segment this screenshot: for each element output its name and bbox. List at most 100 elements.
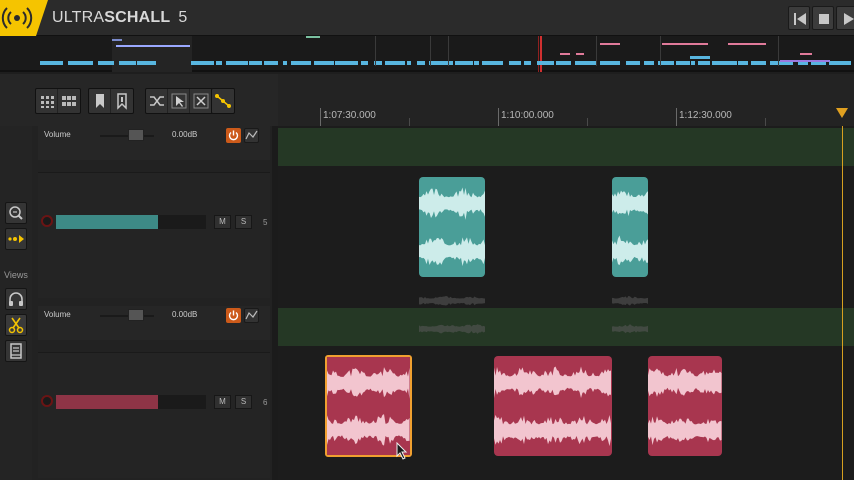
envelope-bypass-button[interactable]	[226, 128, 241, 143]
overview-clip	[249, 61, 262, 65]
media-item[interactable]	[612, 177, 648, 277]
ruler-label: 1:07:30.000	[323, 110, 376, 121]
overview-clip	[385, 61, 405, 65]
headphones-button[interactable]	[5, 288, 27, 310]
power-icon	[228, 310, 239, 321]
power-icon	[228, 130, 239, 141]
volume-envelope-lane[interactable]	[278, 128, 854, 166]
envelope-label: Volume	[44, 310, 71, 319]
scissors-button[interactable]	[5, 314, 27, 336]
grid-dense-icon	[62, 96, 76, 106]
edit-toolbar	[0, 74, 278, 126]
volume-slider-track[interactable]	[100, 315, 154, 317]
volume-slider-track[interactable]	[100, 135, 154, 137]
cursor-select-button[interactable]	[168, 89, 190, 113]
overview-clip	[417, 61, 425, 65]
overview-clip	[560, 53, 570, 55]
media-item[interactable]	[419, 177, 485, 277]
solo-button[interactable]: S	[235, 395, 252, 409]
overview-clip	[676, 61, 690, 65]
ruler-tick	[320, 108, 321, 126]
arrange-view[interactable]	[278, 126, 854, 480]
playhead-line	[842, 126, 843, 480]
overview-minimap	[40, 36, 851, 72]
overview-clip	[264, 61, 278, 65]
clip-background	[327, 357, 410, 455]
grid-view-icon	[41, 96, 54, 108]
record-arm-button[interactable]	[41, 215, 53, 227]
ultraschall-logo	[0, 0, 48, 36]
skip-to-start-button[interactable]	[788, 6, 810, 30]
overview-clip	[68, 61, 93, 65]
stop-button[interactable]	[812, 6, 834, 30]
grid-dense-button[interactable]	[58, 89, 80, 113]
grid-view-button[interactable]	[36, 89, 58, 113]
ruler-label: 1:10:00.000	[501, 110, 554, 121]
view-group	[35, 88, 81, 114]
envelope-curve-icon	[245, 310, 258, 320]
solo-button[interactable]: S	[235, 215, 252, 229]
bookmark-add-icon	[117, 93, 127, 110]
snap-button[interactable]	[212, 89, 234, 113]
track-header[interactable]: M S 6	[38, 352, 270, 478]
ruler-minor-tick	[587, 118, 588, 126]
track-header[interactable]: M S 5	[38, 172, 270, 298]
meter-fill	[56, 215, 158, 229]
overview-clip	[728, 43, 766, 45]
waveform-ghost	[419, 296, 485, 334]
bookmark-add-button[interactable]	[111, 89, 133, 113]
overview-divider	[778, 36, 779, 66]
overview-clip	[116, 45, 190, 47]
snap-group	[211, 88, 235, 114]
mute-button[interactable]: M	[214, 215, 231, 229]
overview-clip	[829, 61, 851, 65]
overview-clip	[119, 61, 136, 65]
clip-background	[494, 356, 612, 456]
crossfade-button[interactable]	[190, 89, 212, 113]
overview-clip	[283, 61, 287, 65]
timeline-ruler[interactable]: 1:07:30.000 1:10:00.000 1:12:30.000	[278, 74, 854, 126]
app-version: 5	[178, 9, 188, 26]
envelope-lane-header: Volume 0.00dB	[38, 306, 270, 340]
crossfade-icon	[193, 93, 209, 109]
app-title: ULTRASCHALL 5	[52, 9, 187, 27]
play-button[interactable]	[836, 6, 854, 30]
snap-icon	[215, 94, 231, 108]
envelope-shape-button[interactable]	[244, 308, 259, 323]
waveform	[419, 177, 485, 277]
record-arm-button[interactable]	[41, 395, 53, 407]
overview-clip	[800, 53, 812, 55]
scissors-icon	[8, 317, 24, 334]
overview-clip	[691, 61, 695, 65]
ripple-button[interactable]	[146, 89, 168, 113]
volume-slider-knob[interactable]	[128, 129, 144, 141]
level-meter	[56, 395, 206, 409]
zoom-icon	[9, 206, 23, 220]
bookmark-button[interactable]	[89, 89, 111, 113]
playhead-marker-icon[interactable]	[836, 108, 848, 120]
envelope-label: Volume	[44, 130, 71, 139]
waveform-shape	[419, 296, 485, 306]
envelope-bypass-button[interactable]	[226, 308, 241, 323]
volume-slider-knob[interactable]	[128, 309, 144, 321]
volume-envelope-lane[interactable]	[278, 308, 854, 346]
mute-button[interactable]: M	[214, 395, 231, 409]
media-item[interactable]	[648, 356, 722, 456]
follow-playhead-button[interactable]	[5, 228, 27, 250]
app-name-light: ULTRA	[52, 9, 105, 26]
media-item[interactable]	[494, 356, 612, 456]
app-name-bold: SCHALL	[104, 9, 171, 26]
overview-clip	[314, 61, 334, 65]
cursor-select-icon	[171, 93, 187, 109]
zoom-button[interactable]	[5, 202, 27, 224]
project-overview[interactable]	[0, 36, 854, 72]
envelope-shape-button[interactable]	[244, 128, 259, 143]
overview-clip	[600, 43, 620, 45]
waveform	[494, 356, 612, 456]
overview-clip	[137, 61, 156, 65]
overview-clip	[40, 61, 63, 65]
overview-clip	[556, 61, 571, 65]
follow-playhead-icon	[8, 235, 24, 243]
overview-clip	[698, 61, 710, 65]
notes-button[interactable]	[5, 340, 27, 362]
